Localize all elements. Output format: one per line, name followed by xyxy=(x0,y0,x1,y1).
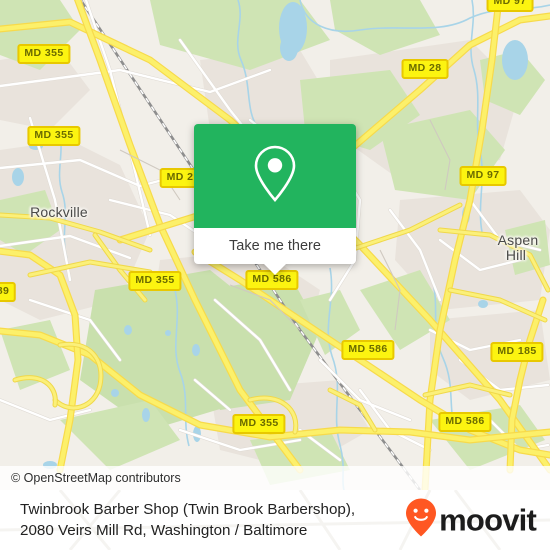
place-label: Hill xyxy=(505,247,527,263)
road-shield: MD 355 xyxy=(17,44,71,64)
map-pin-icon xyxy=(252,144,298,209)
map-screenshot: .land { fill:#f2efe9; } .resident { fill… xyxy=(0,0,550,550)
map-attribution[interactable]: © OpenStreetMap contributors xyxy=(0,466,550,490)
attribution-text: © OpenStreetMap contributors xyxy=(11,471,181,485)
place-label: Aspen xyxy=(497,232,539,248)
road-shield: MD 97 xyxy=(459,166,507,186)
moovit-logo[interactable]: moovit xyxy=(405,498,537,543)
take-me-there-button[interactable]: Take me there xyxy=(194,228,356,275)
road-shield: MD 355 xyxy=(27,126,81,146)
moovit-pin-icon xyxy=(405,498,437,543)
road-shield: MD 355 xyxy=(232,414,286,434)
road-shield: MD 355 xyxy=(128,271,182,291)
footer-bar: Twinbrook Barber Shop (Twin Brook Barber… xyxy=(0,490,550,550)
road-shield: MD 97 xyxy=(486,0,534,12)
moovit-wordmark: moovit xyxy=(439,502,537,538)
road-shield: MD 28 xyxy=(401,59,449,79)
road-shield: MD 586 xyxy=(438,412,492,432)
road-shield: MD 185 xyxy=(490,342,544,362)
road-shield: MD 586 xyxy=(341,340,395,360)
place-title: Twinbrook Barber Shop (Twin Brook Barber… xyxy=(0,499,410,541)
popup-pointer xyxy=(264,264,286,275)
place-title-line-2: 2080 Veirs Mill Rd, Washington / Baltimo… xyxy=(20,522,308,539)
place-label: Rockville xyxy=(30,204,88,220)
take-me-there-label: Take me there xyxy=(229,238,321,254)
place-title-line-1: Twinbrook Barber Shop (Twin Brook Barber… xyxy=(20,501,356,518)
map-canvas[interactable]: .land { fill:#f2efe9; } .resident { fill… xyxy=(0,0,550,490)
location-popup[interactable]: Take me there xyxy=(194,124,356,275)
popup-marker-area xyxy=(194,124,356,228)
road-shield: 89 xyxy=(0,282,17,302)
